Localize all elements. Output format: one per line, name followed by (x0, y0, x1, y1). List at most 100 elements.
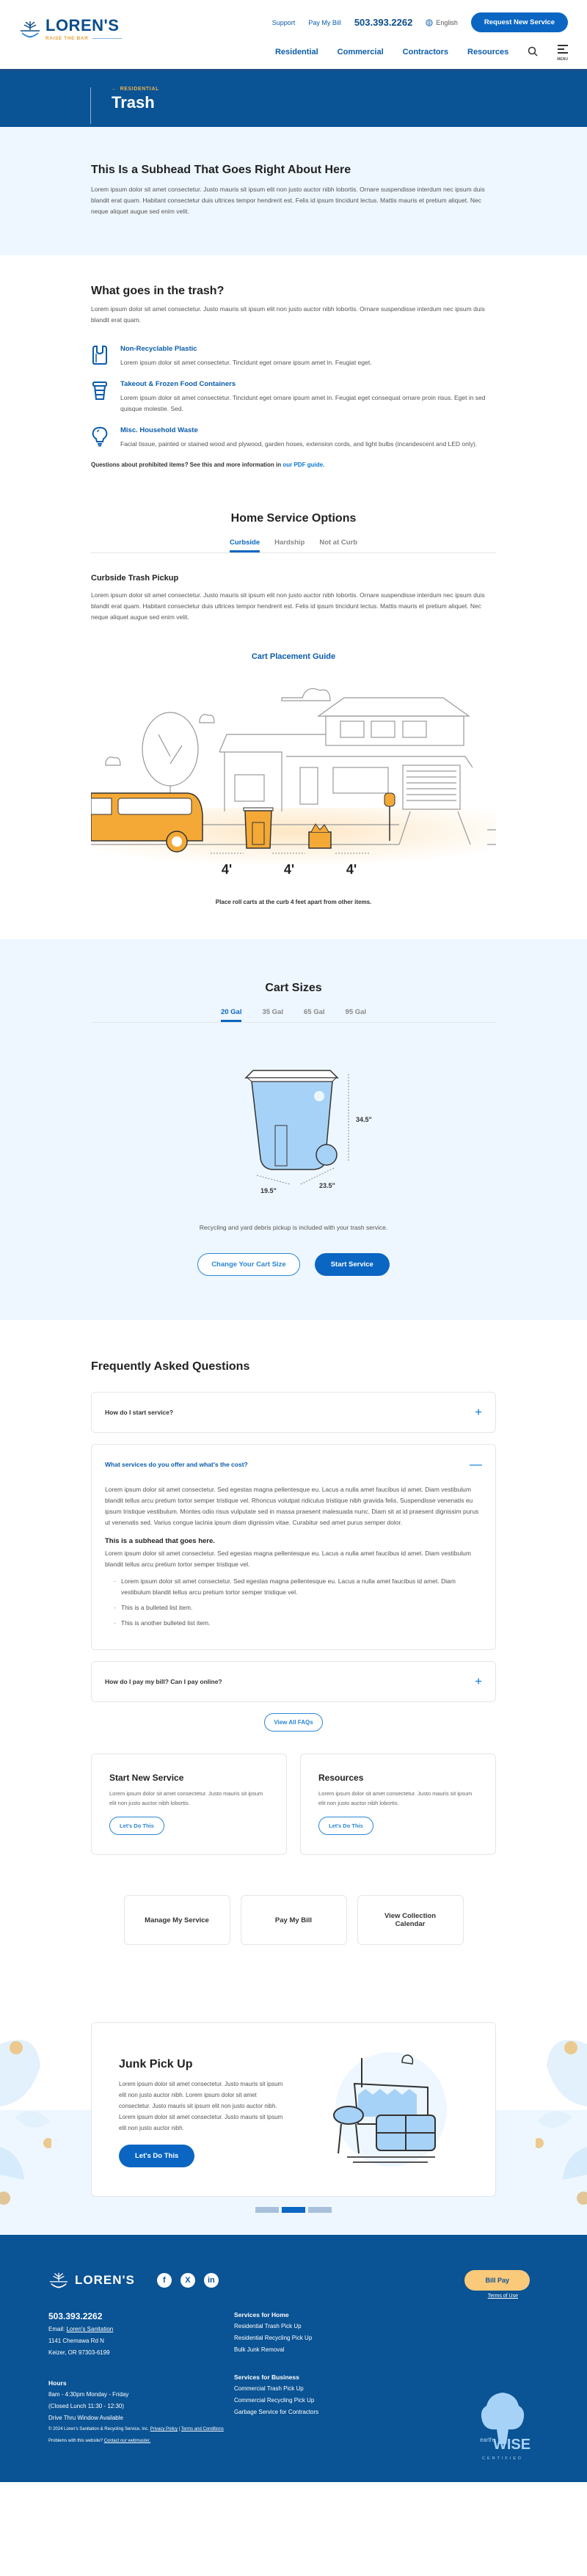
tab-hardship[interactable]: Hardship (274, 539, 305, 552)
item-title: Non-Recyclable Plastic (120, 345, 197, 353)
start-service-button[interactable]: Start Service (314, 1253, 390, 1276)
language-label: English (436, 18, 458, 26)
support-link[interactable]: Support (272, 19, 296, 26)
curbside-body: Lorem ipsum dolor sit amet consectetur. … (91, 591, 485, 621)
hours-line: (Closed Lunch 11:30 - 12:30) (48, 2403, 125, 2409)
leaf-decoration (536, 2040, 587, 2205)
address-line-2: Keizer, OR 97303-6199 (48, 2349, 110, 2356)
cart-diagram: 34.5" 19.5" 23.5" (244, 1070, 372, 1194)
distance-label: 4' (346, 862, 357, 877)
faq-toggle[interactable]: What services do you offer and what's th… (92, 1445, 495, 1484)
cart-sizes-section: Cart Sizes 20 Gal 35 Gal 65 Gal 95 Gal 3… (0, 939, 587, 1320)
terms-conditions-link[interactable]: Terms and Conditions (181, 2427, 224, 2431)
pdf-note: Questions about prohibited items? See th… (91, 461, 496, 468)
business-services-heading: Services for Business (234, 2374, 299, 2381)
change-cart-size-button[interactable]: Change Your Cart Size (197, 1253, 300, 1276)
terms-of-use-link[interactable]: Terms of Use (488, 2294, 518, 2299)
tab-65-gal[interactable]: 65 Gal (304, 1008, 325, 1022)
logo[interactable]: LOREN'S RAISE THE BAR (19, 18, 123, 41)
cart-note: Recycling and yard debris pickup is incl… (199, 1224, 388, 1231)
nav-residential[interactable]: Residential (275, 48, 318, 56)
cta-cards: Start New Service Lorem ipsum dolor sit … (91, 1732, 496, 1855)
item-title: Takeout & Frozen Food Containers (120, 380, 236, 388)
home-services-heading: Services for Home (234, 2311, 289, 2318)
footer-link[interactable]: Bulk Junk Removal (234, 2344, 318, 2356)
footer-link[interactable]: Commercial Trash Pick Up (234, 2383, 318, 2395)
item-body: Lorem ipsum dolor sit amet consectetur. … (120, 359, 372, 366)
manage-my-service-link[interactable]: Manage My Service (123, 1895, 230, 1945)
faq-toggle[interactable]: How do I pay my bill? Can I pay online? + (92, 1662, 495, 1701)
linkedin-icon[interactable]: in (203, 2273, 219, 2288)
card-cta-button[interactable]: Let's Do This (318, 1817, 373, 1835)
x-icon[interactable]: X (180, 2273, 195, 2288)
menu-button[interactable]: MENU (557, 43, 568, 62)
faq-item: What services do you offer and what's th… (91, 1444, 496, 1650)
nav-resources[interactable]: Resources (467, 48, 508, 56)
facebook-icon[interactable]: f (156, 2273, 172, 2288)
hours-line: Drive Thru Window Available (48, 2415, 123, 2421)
tab-20-gal[interactable]: 20 Gal (220, 1008, 242, 1022)
globe-icon (426, 18, 433, 26)
email-link[interactable]: Loren's Sanitation (66, 2326, 113, 2332)
breadcrumb[interactable]: ← RESIDENTIAL (112, 87, 159, 92)
badge-certified: CERTIFIED (482, 2456, 523, 2461)
nav-contractors[interactable]: Contractors (403, 48, 448, 56)
pay-my-bill-link[interactable]: Pay My Bill (308, 19, 341, 26)
badge-wise: WISE (493, 2437, 531, 2453)
cart-placement-title: Cart Placement Guide (251, 652, 336, 661)
phone-link[interactable]: 503.393.2262 (354, 17, 413, 28)
search-button[interactable] (528, 46, 538, 59)
footer-link[interactable]: Garbage Service for Contractors (234, 2407, 318, 2418)
hours-heading: Hours (48, 2379, 67, 2387)
junk-cta-button[interactable]: Let's Do This (119, 2144, 195, 2167)
faq-answer: Lorem ipsum dolor sit amet consectetur. … (92, 1484, 495, 1649)
webmaster-link[interactable]: Contact our webmaster. (104, 2439, 150, 2443)
list-item: Lorem ipsum dolor sit amet consectetur. … (114, 1576, 482, 1598)
tab-95-gal[interactable]: 95 Gal (346, 1008, 367, 1022)
what-goes-heading: What goes in the trash? (91, 285, 225, 297)
answer-subhead: This is a subhead that goes here. (105, 1537, 215, 1545)
plastic-bag-icon (92, 346, 107, 365)
nav-commercial[interactable]: Commercial (338, 48, 384, 56)
intro-heading: This Is a Subhead That Goes Right About … (91, 164, 351, 176)
footer-link[interactable]: Commercial Recycling Pick Up (234, 2395, 318, 2407)
tab-35-gal[interactable]: 35 Gal (262, 1008, 283, 1022)
tab-curbside[interactable]: Curbside (229, 539, 260, 552)
carousel-dot[interactable] (308, 2207, 332, 2213)
language-selector[interactable]: English (426, 19, 458, 26)
view-collection-calendar-link[interactable]: View Collection Calendar (357, 1895, 464, 1945)
page-hero: ← RESIDENTIAL Trash (0, 71, 587, 127)
tagline-rule (92, 38, 123, 39)
back-arrow-icon: ← (112, 87, 117, 92)
card-title: Resources (318, 1773, 364, 1783)
footer-link[interactable]: Residential Trash Pick Up (234, 2321, 318, 2332)
card-body: Lorem ipsum dolor sit amet consectetur. … (109, 1790, 263, 1806)
privacy-policy-link[interactable]: Privacy Policy (150, 2427, 178, 2431)
faq-item: How do I start service? + (91, 1392, 496, 1433)
carousel-dot[interactable] (255, 2207, 279, 2213)
intro-body: Lorem ipsum dolor sit amet consectetur. … (91, 186, 485, 215)
view-all-faqs-button[interactable]: View All FAQs (264, 1713, 323, 1732)
request-new-service-button[interactable]: Request New Service (470, 12, 568, 32)
site-footer: LOREN'S f X in 503.393.2262 Email: Loren… (0, 2235, 587, 2482)
cart-sizes-heading: Cart Sizes (265, 982, 322, 994)
address-line-1: 1141 Chemawa Rd N (48, 2338, 104, 2344)
footer-link[interactable]: Residential Recycling Pick Up (234, 2332, 318, 2344)
distance-label: 4' (222, 862, 232, 877)
bill-pay-button[interactable]: Bill Pay (464, 2270, 530, 2291)
pay-my-bill-tile[interactable]: Pay My Bill (240, 1895, 347, 1945)
footer-phone[interactable]: 503.393.2262 (48, 2311, 234, 2321)
faq-toggle[interactable]: How do I start service? + (92, 1393, 495, 1432)
faq-question: How do I start service? (105, 1409, 174, 1416)
what-goes-section: What goes in the trash? Lorem ipsum dolo… (0, 255, 587, 490)
card-cta-button[interactable]: Let's Do This (109, 1817, 164, 1835)
footer-logo[interactable]: LOREN'S (48, 2270, 135, 2291)
carousel-pagination (0, 2207, 587, 2213)
note-text: Questions about prohibited items? See th… (91, 461, 283, 468)
resources-card: Resources Lorem ipsum dolor sit amet con… (300, 1754, 496, 1855)
depth-label: 23.5" (319, 1182, 335, 1189)
carousel-dot-active[interactable] (282, 2207, 305, 2213)
width-label: 19.5" (260, 1187, 277, 1194)
pdf-guide-link[interactable]: our PDF guide. (282, 461, 324, 468)
tab-not-at-curb[interactable]: Not at Curb (319, 539, 357, 552)
